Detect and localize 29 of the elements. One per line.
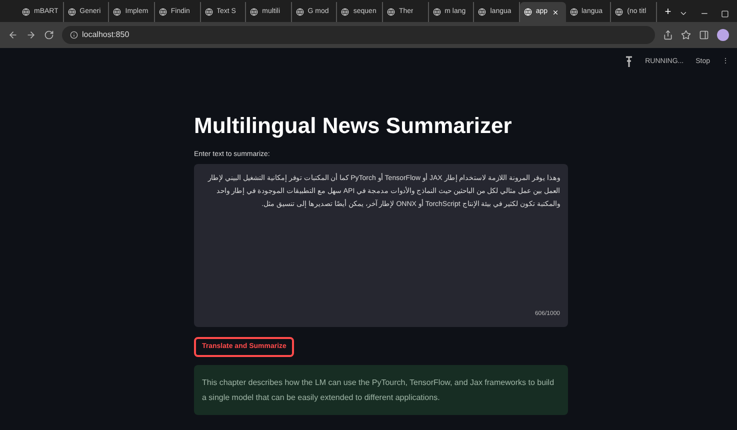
maximize-icon[interactable] (721, 10, 729, 18)
result-box: This chapter describes how the LM can use the PyTourch, TensorFlow, and Jax frameworks to build a single model that can be easily extended to different applications. (194, 365, 568, 415)
globe-icon (296, 8, 304, 16)
reload-icon[interactable] (44, 30, 54, 40)
close-icon[interactable] (552, 8, 559, 16)
globe-icon (432, 8, 441, 16)
globe-icon (524, 8, 532, 16)
new-tab-button[interactable]: + (656, 2, 680, 22)
profile-avatar[interactable] (717, 29, 729, 41)
forward-icon[interactable] (26, 30, 36, 40)
address-field[interactable]: localhost:850 (62, 26, 655, 44)
chevron-icon[interactable] (679, 9, 688, 18)
globe-icon (570, 8, 578, 16)
globe-icon (113, 8, 122, 16)
info-icon (70, 31, 78, 39)
globe-icon (158, 8, 167, 16)
globe-icon (22, 8, 30, 16)
globe-icon (204, 8, 212, 16)
star-icon[interactable] (681, 30, 691, 40)
page-title: Multilingual News Summarizer (194, 112, 513, 140)
globe-icon (615, 8, 624, 16)
share-icon[interactable] (663, 30, 673, 40)
globe-icon (68, 8, 76, 16)
globe-icon (341, 8, 350, 16)
side-panel-icon[interactable] (699, 30, 709, 40)
globe-icon (478, 8, 486, 16)
globe-icon (387, 8, 395, 16)
back-icon[interactable] (8, 30, 18, 40)
globe-icon (250, 8, 258, 16)
